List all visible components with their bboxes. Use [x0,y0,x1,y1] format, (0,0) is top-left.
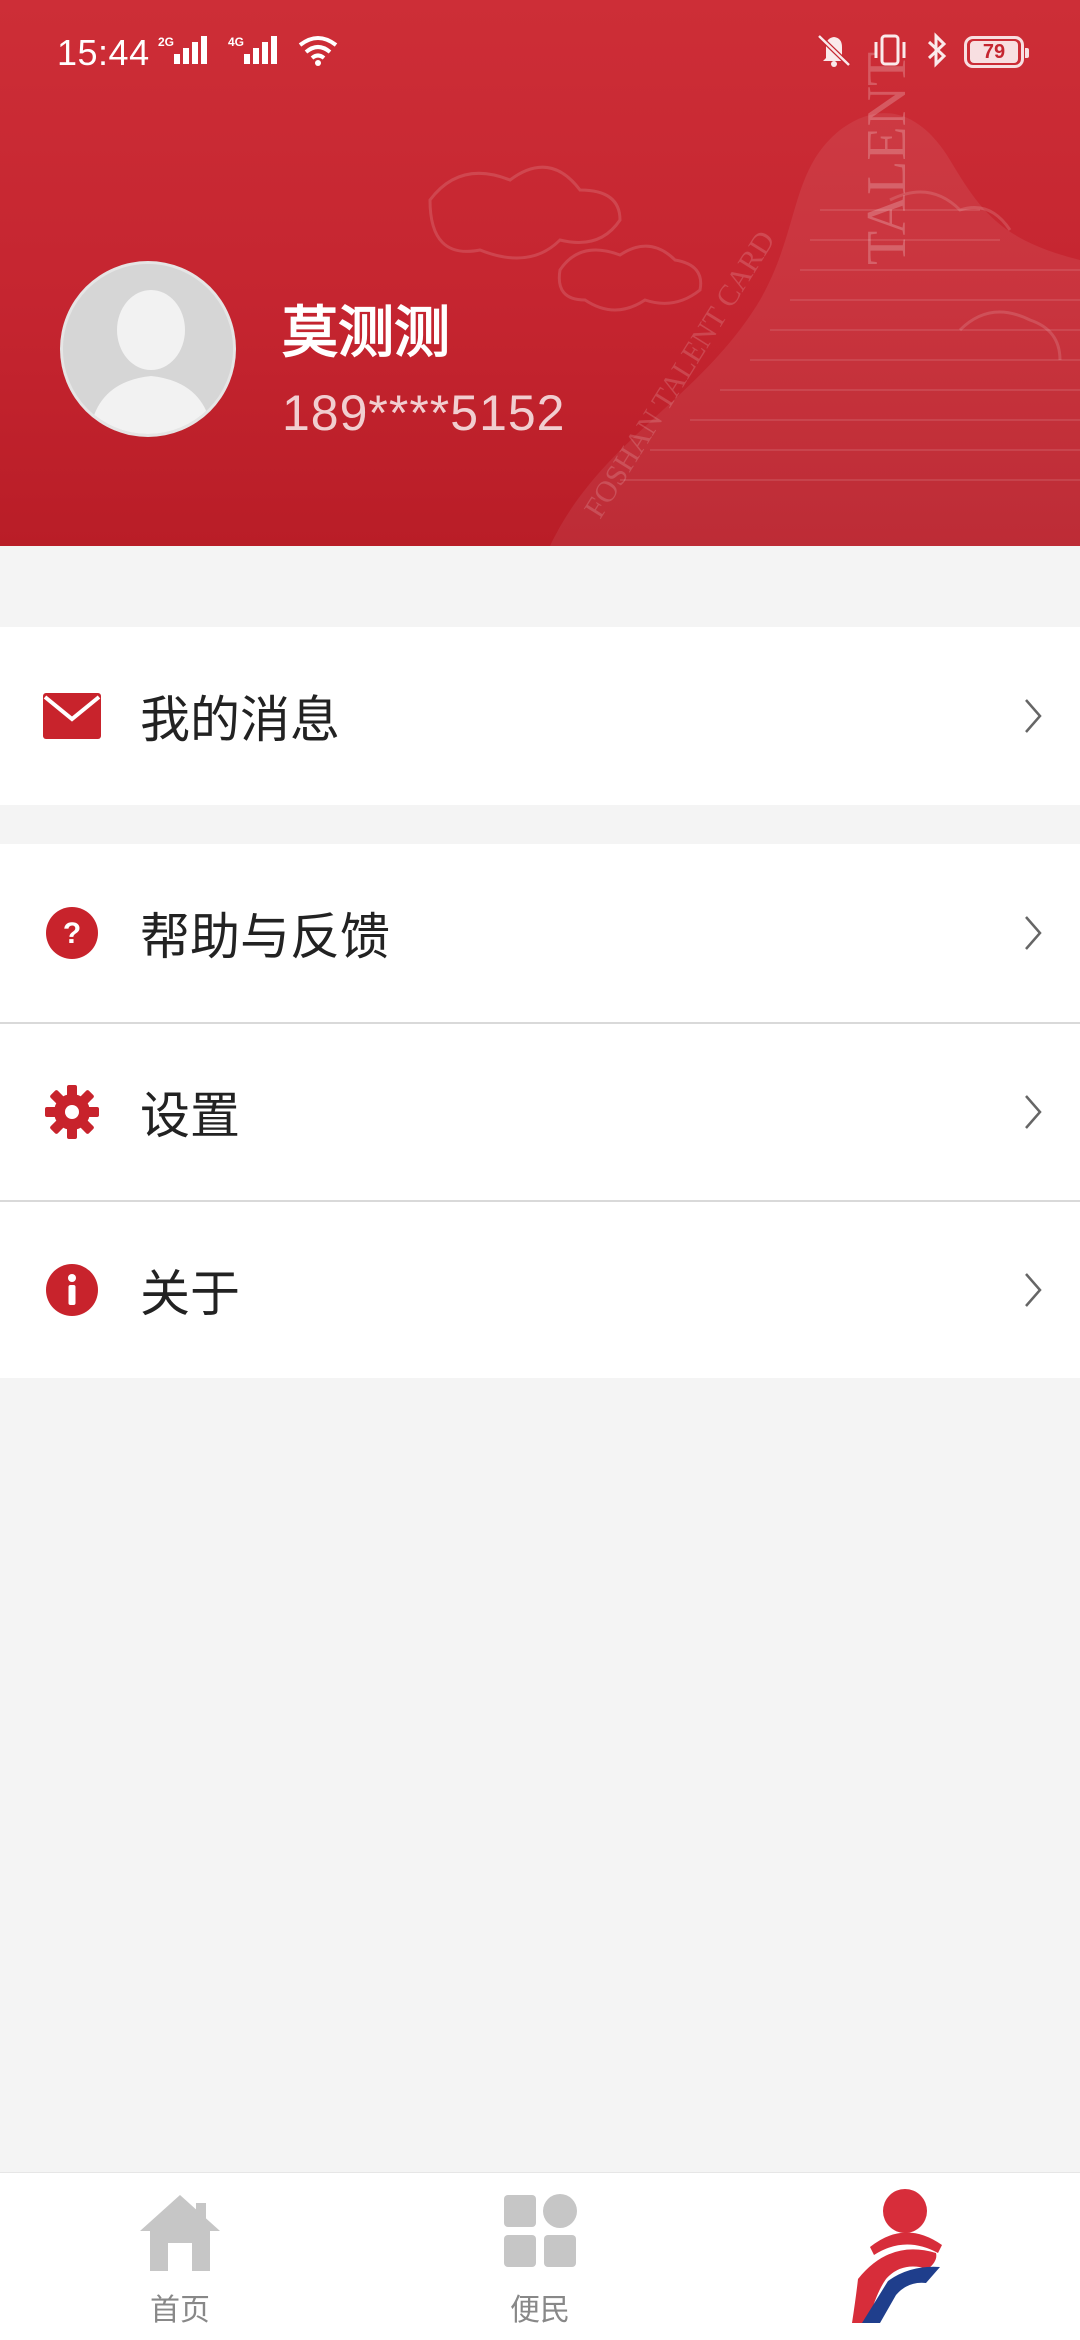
status-time: 15:44 [57,32,150,73]
mail-icon [42,686,102,746]
chevron-right-icon [1018,1268,1048,1312]
user-phone: 189****5152 [282,385,566,441]
wifi-icon [298,34,338,70]
profile-header: FOSHAN TALENT CARD TALENT 15:44 2G 4G 79… [0,0,1080,546]
menu-item-help-feedback[interactable]: ? 帮助与反馈 [0,844,1080,1022]
menu-label: 关于 [140,1265,240,1323]
svg-text:?: ? [63,917,81,950]
svg-text:4G: 4G [228,35,244,49]
menu-item-settings[interactable]: 设置 [0,1022,1080,1200]
bluetooth-icon [926,32,948,72]
question-icon: ? [42,903,102,963]
grid-icon [502,2193,578,2273]
avatar[interactable] [60,261,236,437]
menu-label: 帮助与反馈 [140,908,390,966]
user-name: 莫测测 [282,301,450,366]
mute-icon [814,32,854,72]
svg-text:2G: 2G [158,35,174,49]
gear-icon [42,1082,102,1142]
menu-label: 我的消息 [140,691,340,749]
signal-icon: 2G [158,34,210,70]
signal-icon: 4G [228,34,280,70]
menu-group-settings: ? 帮助与反馈 设置 关于 [0,844,1080,1378]
bottom-navigation: 首页 便民 [0,2172,1080,2340]
chevron-right-icon [1018,694,1048,738]
menu-label: 设置 [140,1087,240,1145]
battery-icon: 79 [964,36,1029,68]
chevron-right-icon [1018,1090,1048,1134]
info-icon [42,1260,102,1320]
avatar-silhouette-icon [63,264,233,434]
home-icon [138,2193,222,2277]
status-bar: 15:44 2G 4G 79 [0,0,1080,108]
nav-item-services[interactable]: 便民 [360,2173,720,2340]
nav-item-profile[interactable] [720,2173,1080,2340]
nav-label: 首页 [150,2293,210,2328]
nav-item-home[interactable]: 首页 [0,2173,360,2340]
profile-logo-icon [850,2187,950,2331]
menu-item-messages[interactable]: 我的消息 [0,627,1080,805]
battery-level: 79 [970,41,1018,63]
menu-item-about[interactable]: 关于 [0,1200,1080,1378]
menu-group-messages: 我的消息 [0,627,1080,805]
chevron-right-icon [1018,911,1048,955]
vibrate-icon [870,32,910,72]
nav-label: 便民 [510,2293,570,2328]
